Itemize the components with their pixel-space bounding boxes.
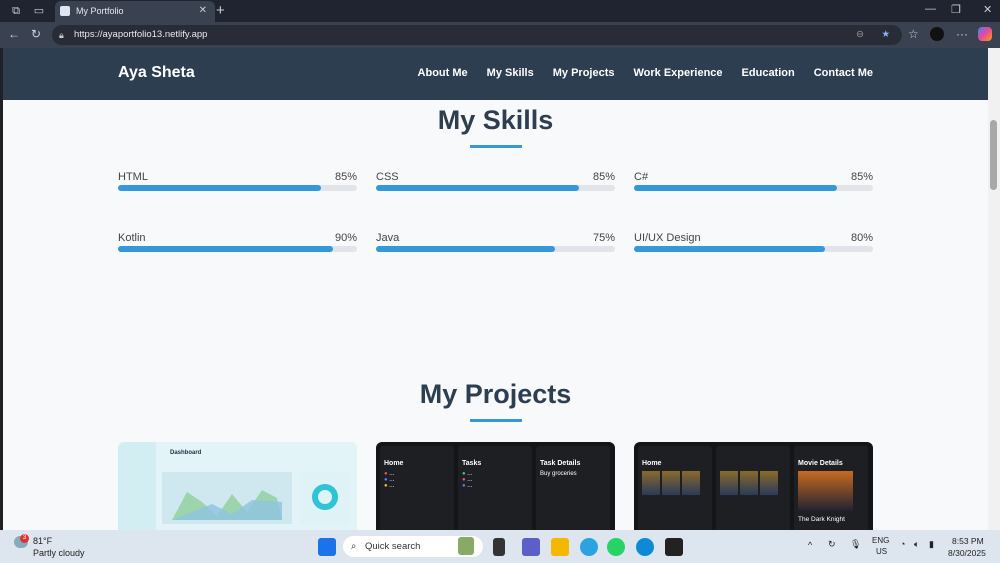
skills-heading: My Skills	[437, 105, 554, 135]
scrollbar-thumb[interactable]	[990, 120, 997, 190]
skill-percent: 80%	[850, 232, 873, 244]
address-input[interactable]: 🔒︎ https://ayaportfolio13.netlify.app ⊖ …	[52, 25, 902, 45]
nav-education[interactable]: Education	[742, 67, 795, 79]
clock-time[interactable]: 8:53 PM	[952, 536, 984, 546]
skill-percent: 85%	[334, 171, 357, 183]
start-icon[interactable]	[318, 538, 336, 556]
skill-name: CSS	[376, 171, 399, 183]
whatsapp-icon[interactable]	[607, 538, 625, 556]
skill-name: Kotlin	[118, 232, 146, 244]
project-card-dashboard[interactable]: Dashboard	[118, 442, 357, 530]
wifi-icon[interactable]: ◔	[900, 539, 905, 549]
browser-tab-bar: ⧉ ▭ My Portfolio ✕ + — ❐ ✕	[0, 0, 1000, 22]
profile-avatar[interactable]	[930, 27, 944, 41]
reader-icon[interactable]: ⊖	[856, 25, 864, 45]
skill-progress-fill	[376, 246, 556, 252]
browser-tab[interactable]: My Portfolio ✕	[55, 1, 215, 22]
mic-icon[interactable]: 🎙︎	[850, 539, 861, 550]
skill-percent: 85%	[592, 171, 615, 183]
nav-contact[interactable]: Contact Me	[814, 67, 873, 79]
search-highlight-icon	[458, 537, 474, 555]
close-tab-icon[interactable]: ✕	[199, 1, 207, 21]
copilot-icon[interactable]	[978, 27, 992, 41]
skills-underline	[470, 145, 522, 148]
nav-about[interactable]: About Me	[418, 67, 468, 79]
skill-progress-fill	[376, 185, 580, 191]
page-scrollbar[interactable]	[988, 48, 1000, 530]
teams-icon[interactable]	[522, 538, 540, 556]
favicon-icon	[60, 6, 70, 16]
weather-temp[interactable]: 81°F	[33, 536, 52, 546]
skill-name: C#	[634, 171, 649, 183]
favorites-icon[interactable]: ☆	[908, 27, 919, 41]
nav-skills[interactable]: My Skills	[487, 67, 534, 79]
nav-projects[interactable]: My Projects	[553, 67, 615, 79]
restore-icon[interactable]: ❐	[951, 3, 961, 16]
movie-title: The Dark Knight	[798, 516, 845, 523]
battery-icon[interactable]: ▮	[929, 539, 934, 550]
skill-progress-fill	[634, 185, 838, 191]
telegram-icon[interactable]	[580, 538, 598, 556]
lock-icon: 🔒︎	[59, 30, 64, 40]
skill-progress-fill	[118, 185, 322, 191]
close-window-icon[interactable]: ✕	[983, 3, 992, 16]
search-icon: ⌕	[351, 541, 357, 552]
skill-progress-track	[376, 246, 615, 252]
web-page: Aya Sheta About Me My Skills My Projects…	[3, 48, 988, 530]
skill-progress-track	[634, 185, 873, 191]
skill-progress-track	[376, 185, 615, 191]
nav-experience[interactable]: Work Experience	[633, 67, 722, 79]
task-detail: Buy groceries	[540, 471, 577, 477]
lang-line2[interactable]: US	[876, 547, 887, 556]
tab-actions-icon[interactable]: ▭	[32, 4, 46, 18]
site-brand[interactable]: Aya Sheta	[118, 64, 195, 82]
screen-title: Task Details	[540, 460, 581, 467]
projects-underline	[470, 419, 522, 422]
screen-title: Home	[642, 460, 662, 467]
refresh-icon[interactable]: ↻	[31, 27, 41, 41]
project-card-tasks[interactable]: Home ● ... ● ... ● ... Tasks ● ... ● ... ● ...…	[376, 442, 615, 530]
skill-name: Java	[376, 232, 400, 244]
url-text: https://ayaportfolio13.netlify.app	[74, 29, 208, 40]
file-explorer-icon[interactable]	[551, 538, 569, 556]
minimize-icon[interactable]: —	[925, 3, 936, 15]
skill-percent: 85%	[850, 171, 873, 183]
edge-icon[interactable]	[636, 538, 654, 556]
tray-chevron-icon[interactable]: ^	[808, 540, 812, 550]
workspaces-icon[interactable]: ⧉	[9, 4, 23, 18]
screen-title: Home	[384, 460, 404, 467]
sync-icon[interactable]: ↻	[828, 539, 836, 550]
skill-progress-fill	[118, 246, 334, 252]
epic-games-icon[interactable]	[665, 538, 683, 556]
skill-percent: 90%	[334, 232, 357, 244]
skill-name: HTML	[118, 171, 148, 183]
screen-title: Movie Details	[798, 460, 843, 467]
skill-progress-fill	[634, 246, 826, 252]
dashboard-title: Dashboard	[170, 450, 202, 456]
projects-heading: My Projects	[419, 379, 572, 409]
volume-icon[interactable]: 🔈︎	[914, 539, 919, 550]
weather-desc[interactable]: Partly cloudy	[33, 548, 85, 558]
favorite-star-icon[interactable]: ★	[881, 25, 890, 45]
site-navbar: Aya Sheta About Me My Skills My Projects…	[3, 48, 988, 100]
skill-name: UI/UX Design	[634, 232, 701, 244]
search-label: Quick search	[365, 541, 421, 552]
address-toolbar: ← ↻ 🔒︎ https://ayaportfolio13.netlify.ap…	[0, 22, 1000, 48]
clock-date[interactable]: 8/30/2025	[948, 548, 986, 558]
skill-percent: 75%	[592, 232, 615, 244]
more-icon[interactable]: ···	[956, 27, 968, 41]
tab-title: My Portfolio	[76, 6, 124, 16]
task-view-icon[interactable]	[493, 538, 505, 556]
skill-progress-track	[634, 246, 873, 252]
skill-progress-track	[118, 246, 357, 252]
project-card-movies[interactable]: Home Movie Details The Dark Knight	[634, 442, 873, 530]
weather-badge: 3	[20, 534, 29, 543]
windows-taskbar: 3 81°F Partly cloudy ⌕ Quick search ^ ↻ 🎙…	[0, 530, 1000, 563]
lang-line1[interactable]: ENG	[872, 536, 889, 545]
skill-progress-track	[118, 185, 357, 191]
new-tab-icon[interactable]: +	[216, 2, 225, 19]
screen-title: Tasks	[462, 460, 482, 467]
back-icon[interactable]: ←	[8, 27, 20, 41]
